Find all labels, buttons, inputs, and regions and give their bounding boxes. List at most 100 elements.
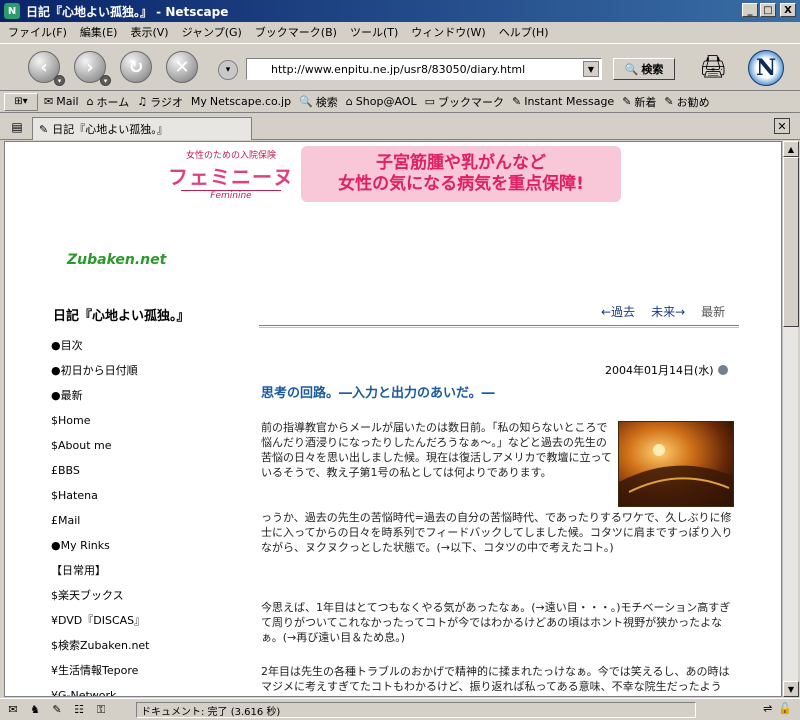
close-tab-button[interactable]: ✕ [774,118,790,134]
composer-icon[interactable]: ✎ [48,702,66,718]
side-menu-item: ●最新 [51,389,83,402]
tab-bar: ▤ ✎ 日記『心地よい孤独。』 ✕ [0,114,800,140]
window-title: 日記『心地よい孤独。』 - Netscape [26,4,229,19]
stop-button[interactable]: ✕ [166,51,198,83]
scroll-thumb[interactable] [783,157,799,327]
personal-toolbar: ⊞▾ ✉ Mail ⌂ ホーム ♫ ラジオ My Netscape.co.jp 🔍 検索 … [0,91,800,113]
stop-icon: ✕ [174,56,190,78]
navigation-toolbar: ‹ ▾ › ▾ ↻ ✕ ▾ http://www.enpitu.ne.jp/us… [0,43,800,91]
back-history-dropdown[interactable]: ▾ [54,75,65,86]
entry-photo [618,421,734,507]
side-menu-item[interactable]: ¥生活情報Tepore [51,664,241,689]
aim-status-icon[interactable]: ♞ [26,702,44,718]
toolbar-item-recommend[interactable]: ✎ お勧め [664,94,709,110]
toolbar-grippy-icon[interactable]: ⊞▾ [4,92,38,111]
entry-title: 思考の回路。―入力と出力のあいだ。― [261,386,495,401]
url-text[interactable]: http://www.enpitu.ne.jp/usr8/83050/diary… [271,63,525,76]
status-bar: ✉ ♞ ✎ ☷ ⚿ ドキュメント: 完了 (3.616 秒) ⇌ 🔓 [0,698,800,720]
ad-line-2: 女性の気になる病気を重点保障! [338,174,584,194]
menu-help[interactable]: ヘルプ(H) [499,24,549,40]
folder-icon: ▭ [424,95,435,108]
entry-paragraph: 前の指導教官からメールが届いたのは数日前。「私の知らないところで悩んだり酒浸りに… [261,421,612,479]
scroll-up-button[interactable]: ▲ [783,141,799,157]
vertical-scrollbar[interactable]: ▲ ▼ [782,141,799,697]
toolbar-item-radio[interactable]: ♫ ラジオ [137,94,183,110]
menu-tools[interactable]: ツール(T) [350,24,398,40]
side-menu-item[interactable]: ●My Rinks [51,539,241,564]
toolbar-item-instant-message[interactable]: ✎ Instant Message [512,95,614,108]
ad-brand: 女性のための入院保険 フェミニーヌ Feminine [165,146,297,202]
next-entry-link[interactable]: 未来→ [651,303,685,320]
ad-tagline: 女性のための入院保険 [185,150,276,161]
search-button[interactable]: 🔍 検索 [613,58,675,80]
menu-bookmarks[interactable]: ブックマーク(B) [255,24,337,40]
menu-view[interactable]: 表示(V) [130,24,168,40]
toolbar-item-netscape[interactable]: My Netscape.co.jp [191,95,291,108]
url-bar[interactable]: http://www.enpitu.ne.jp/usr8/83050/diary… [246,58,602,80]
close-button[interactable]: X [780,3,796,17]
side-menu-item[interactable]: ¥G-Network [51,689,241,696]
latest-entry-label: 最新 [701,305,726,319]
netscape-throbber-logo[interactable]: N [748,50,784,86]
side-menu-item[interactable]: £BBS [51,464,241,489]
ad-brand-name: フェミニーヌ [168,164,294,189]
url-history-dropdown[interactable]: ▼ [583,61,599,77]
title-bar: N 日記『心地よい孤独。』 - Netscape _ □ X [0,0,800,22]
ad-line-1: 子宮筋腫や乳がんなど [376,152,546,173]
online-status-icon[interactable]: ⇌ [763,702,772,715]
bookmark-link-icon: ✎ [664,95,674,108]
entry-date: 2004年01月14日(水) [605,362,728,378]
toolbar-item-bookmarks[interactable]: ▭ ブックマーク [425,94,504,110]
toolbar-item-search[interactable]: 🔍 検索 [299,94,338,110]
entry-paragraph: 今思えば、1年目はとてつもなくやる気があったなぁ。(→遠い目・・・。)モチベーシ… [261,601,731,644]
page-viewport: 女性のための入院保険 フェミニーヌ Feminine 子宮筋腫や乳がんなど 女性… [4,141,782,697]
prev-entry-link[interactable]: ←過去 [601,303,635,320]
side-menu-item[interactable]: £Mail [51,514,241,539]
mail-status-icon[interactable]: ✉ [4,702,22,718]
reload-button[interactable]: ↻ [120,51,152,83]
page-proxy-icon[interactable]: ▾ [218,60,238,80]
my-netscape-icon: My [190,95,207,108]
search-icon: 🔍 [299,95,313,108]
headphones-icon: ♫ [137,95,148,108]
maximize-button[interactable]: □ [760,3,776,17]
side-menu-item[interactable]: ●目次 [51,339,241,364]
ad-banner[interactable]: 女性のための入院保険 フェミニーヌ Feminine 子宮筋腫や乳がんなど 女性… [165,146,621,202]
side-menu-item[interactable]: $Hatena [51,489,241,514]
menu-file[interactable]: ファイル(F) [8,24,67,40]
menu-window[interactable]: ウィンドウ(W) [411,24,485,40]
menu-go[interactable]: ジャンプ(G) [182,24,242,40]
netscape-app-icon: N [4,3,20,19]
toolbar-item-new[interactable]: ✎ 新着 [622,94,656,110]
bookmark-link-icon: ✎ [622,95,632,108]
side-menu-item[interactable]: $検索Zubaken.net [51,639,241,664]
toolbar-item-home[interactable]: ⌂ ホーム [87,94,130,110]
side-menu-item[interactable]: $Home [51,414,241,439]
tab-label: 日記『心地よい孤独。』 [52,123,168,136]
shop-icon: ⌂ [345,95,353,108]
status-text: ドキュメント: 完了 (3.616 秒) [136,702,696,718]
minimize-button[interactable]: _ [742,3,758,17]
ad-brand-english: Feminine [181,189,281,201]
side-menu-item[interactable]: ¥DVD『DISCAS』 [51,614,241,639]
address-book-icon[interactable]: ☷ [70,702,88,718]
reload-icon: ↻ [128,56,144,78]
site-logo[interactable]: Zubaken.net [67,252,166,268]
bookmark-link-icon: ✎ [511,95,522,108]
side-menu: ●目次 ●初日から日付順 ●最新 $Home $About me £BBS $H… [51,339,241,696]
forward-history-dropdown[interactable]: ▾ [100,75,111,86]
entry-navigation: ←過去 未来→ 最新 [601,303,725,320]
date-dot-icon [717,365,728,375]
scroll-down-button[interactable]: ▼ [783,681,799,697]
search-button-label: 検索 [641,63,664,76]
menu-edit[interactable]: 編集(E) [80,24,118,40]
sidebar-toggle-icon[interactable]: ▤ [6,117,28,137]
print-icon[interactable]: 🖨 [698,52,728,82]
toolbar-item-mail[interactable]: ✉ Mail [44,95,79,108]
ad-message: 子宮筋腫や乳がんなど 女性の気になる病気を重点保障! [301,146,621,202]
toolbar-item-shop[interactable]: ⌂ Shop@AOL [346,95,417,108]
side-menu-item[interactable]: $楽天ブックス [51,589,241,614]
side-menu-item[interactable]: ●初日から日付順 [51,364,241,389]
tab-diary[interactable]: ✎ 日記『心地よい孤独。』 [32,117,252,140]
side-menu-item[interactable]: $About me [51,439,241,464]
